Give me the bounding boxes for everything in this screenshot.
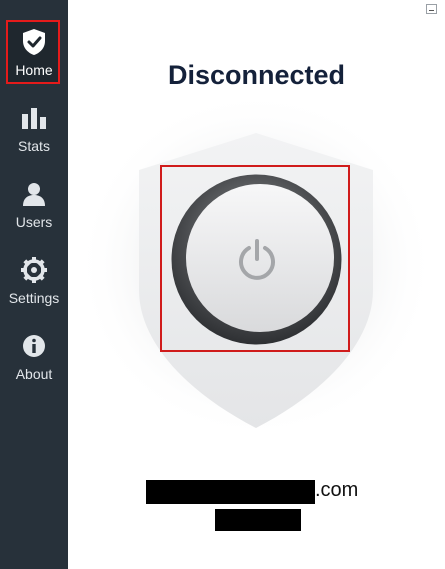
- power-icon: [239, 239, 275, 280]
- redacted-account-detail: [215, 509, 301, 531]
- app-window: Home Stats Users Settings About Disconne…: [0, 0, 445, 569]
- connect-power-button[interactable]: [171, 174, 342, 345]
- redacted-account-name: [146, 480, 315, 504]
- account-domain-suffix: .com: [315, 479, 359, 501]
